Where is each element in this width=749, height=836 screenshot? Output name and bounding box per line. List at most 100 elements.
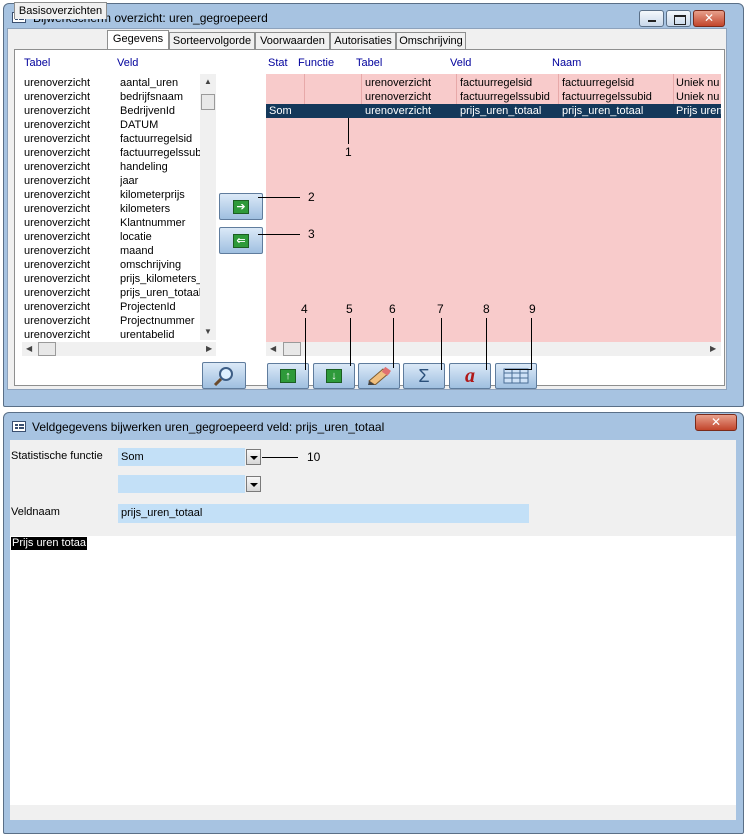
- hscroll-thumb[interactable]: [283, 342, 301, 356]
- list-item-field[interactable]: kilometerprijs: [120, 188, 200, 202]
- list-item-table[interactable]: urenoverzicht: [24, 216, 114, 230]
- fieldname-input[interactable]: prijs_uren_totaal: [118, 504, 529, 523]
- scroll-right-icon[interactable]: ▶: [710, 345, 716, 353]
- grid-row-selected[interactable]: Som urenoverzicht prijs_uren_totaal prij…: [266, 104, 721, 118]
- list-item-table[interactable]: urenoverzicht: [24, 118, 114, 132]
- list-item-table[interactable]: urenoverzicht: [24, 314, 114, 328]
- grid-cell-naam[interactable]: prijs_uren_totaal: [562, 104, 643, 118]
- list-item-table[interactable]: urenoverzicht: [24, 272, 114, 286]
- list-item-table[interactable]: urenoverzicht: [24, 202, 114, 216]
- scroll-down-icon[interactable]: ▼: [204, 328, 212, 336]
- tab-autorisaties[interactable]: Autorisaties: [330, 32, 396, 49]
- minimize-button[interactable]: [639, 10, 664, 27]
- callout-line-9-h: [505, 369, 532, 370]
- tab-gegevens[interactable]: Gegevens: [107, 30, 169, 50]
- list-item-table[interactable]: urenoverzicht: [24, 230, 114, 244]
- tab-omschrijving[interactable]: Omschrijving: [396, 32, 466, 49]
- chevron-down-icon[interactable]: [246, 449, 261, 465]
- list-item-field[interactable]: ProjectenId: [120, 300, 200, 314]
- available-fields-list[interactable]: urenoverzicht aantal_uren urenoverzicht bed…: [22, 74, 216, 344]
- list-item-field[interactable]: maand: [120, 244, 200, 258]
- move-up-button[interactable]: ↑: [267, 363, 309, 389]
- close-button[interactable]: ✕: [693, 10, 725, 27]
- grid-cell-veld[interactable]: prijs_uren_totaal: [460, 104, 541, 118]
- secondary-select[interactable]: [118, 475, 245, 493]
- status-bar: [10, 805, 736, 820]
- grid-cell-tabel[interactable]: urenoverzicht: [365, 76, 431, 90]
- list-item-field[interactable]: Projectnummer: [120, 314, 200, 328]
- hscroll-thumb[interactable]: [38, 342, 56, 356]
- search-button[interactable]: [202, 362, 246, 389]
- grid-hscrollbar[interactable]: ◀ ▶: [266, 342, 721, 356]
- grid-cell-naam[interactable]: factuurregelssubid: [562, 90, 652, 104]
- list-item-table[interactable]: urenoverzicht: [24, 188, 114, 202]
- selected-fields-grid[interactable]: urenoverzicht factuurregelsid factuurreg…: [266, 74, 721, 342]
- sum-button[interactable]: Σ: [403, 363, 445, 389]
- font-a-icon: a: [465, 365, 475, 387]
- grid-header-functie: Functie: [298, 57, 335, 69]
- grid-cell-naam[interactable]: factuurregelsid: [562, 76, 634, 90]
- list-item-table[interactable]: urenoverzicht: [24, 132, 114, 146]
- list-item-table[interactable]: urenoverzicht: [24, 258, 114, 272]
- left-list-hscrollbar[interactable]: ◀ ▶: [22, 342, 216, 356]
- list-item-table[interactable]: urenoverzicht: [24, 244, 114, 258]
- left-list-vscrollbar[interactable]: ▲ ▼: [200, 74, 216, 340]
- list-item-field[interactable]: factuurregelsid: [120, 132, 200, 146]
- window-menu-icon[interactable]: [12, 421, 26, 432]
- list-item-table[interactable]: urenoverzicht: [24, 328, 114, 342]
- scroll-thumb[interactable]: [201, 94, 215, 110]
- list-item-table[interactable]: urenoverzicht: [24, 286, 114, 300]
- list-item-table[interactable]: urenoverzicht: [24, 300, 114, 314]
- remove-field-button[interactable]: ⇐: [219, 227, 263, 254]
- callout-line-9: [531, 318, 532, 370]
- scroll-right-icon[interactable]: ▶: [206, 345, 212, 353]
- list-item-field[interactable]: omschrijving: [120, 258, 200, 272]
- scroll-left-icon[interactable]: ◀: [26, 345, 32, 353]
- stat-function-select[interactable]: Som: [118, 448, 245, 466]
- tab-voorwaarden[interactable]: Voorwaarden: [255, 32, 330, 49]
- list-item-field[interactable]: DATUM: [120, 118, 200, 132]
- list-item-table[interactable]: urenoverzicht: [24, 76, 114, 90]
- grid-cell-tabel[interactable]: urenoverzicht: [365, 90, 431, 104]
- tab-sorteervolgorde[interactable]: Sorteervolgorde: [169, 32, 255, 49]
- grid-cell-extra[interactable]: Uniek nu: [676, 76, 721, 90]
- list-item-field[interactable]: BedrijvenId: [120, 104, 200, 118]
- grid-cell-tabel[interactable]: urenoverzicht: [365, 104, 431, 118]
- description-text[interactable]: Prijs uren totaa: [11, 537, 87, 550]
- list-item-table[interactable]: urenoverzicht: [24, 174, 114, 188]
- list-item-field[interactable]: urentabelid: [120, 328, 200, 342]
- list-item-field[interactable]: aantal_uren: [120, 76, 200, 90]
- format-button[interactable]: a: [449, 363, 491, 389]
- callout-line-4: [305, 318, 306, 370]
- tab-basisoverzichten[interactable]: Basisoverzichten: [14, 2, 107, 19]
- callout-7: 7: [437, 302, 444, 316]
- fieldname-label: Veldnaam: [11, 506, 60, 518]
- move-down-button[interactable]: ↓: [313, 363, 355, 389]
- close-button[interactable]: ✕: [695, 414, 737, 431]
- callout-line-8: [486, 318, 487, 370]
- list-item-field[interactable]: Klantnummer: [120, 216, 200, 230]
- scroll-left-icon[interactable]: ◀: [270, 345, 276, 353]
- list-item-field[interactable]: locatie: [120, 230, 200, 244]
- grid-cell-veld[interactable]: factuurregelsid: [460, 76, 532, 90]
- grid-cell-extra[interactable]: Uniek nu: [676, 90, 721, 104]
- list-item-field[interactable]: factuurregelssubid: [120, 146, 200, 160]
- list-item-field[interactable]: handeling: [120, 160, 200, 174]
- list-item-field[interactable]: prijs_uren_totaal: [120, 286, 200, 300]
- list-item-field[interactable]: kilometers: [120, 202, 200, 216]
- chevron-down-icon[interactable]: [246, 476, 261, 492]
- list-item-table[interactable]: urenoverzicht: [24, 146, 114, 160]
- grid-cell-veld[interactable]: factuurregelssubid: [460, 90, 550, 104]
- list-item-table[interactable]: urenoverzicht: [24, 160, 114, 174]
- list-item-table[interactable]: urenoverzicht: [24, 104, 114, 118]
- maximize-button[interactable]: [666, 10, 691, 27]
- callout-line-10: [262, 457, 298, 458]
- list-item-field[interactable]: jaar: [120, 174, 200, 188]
- grid-cell-extra[interactable]: Prijs uren: [676, 104, 721, 118]
- list-item-field[interactable]: prijs_kilometers_t: [120, 272, 200, 286]
- grid-cell-stat[interactable]: Som: [269, 104, 292, 118]
- list-item-table[interactable]: urenoverzicht: [24, 90, 114, 104]
- list-item-field[interactable]: bedrijfsnaam: [120, 90, 200, 104]
- add-field-button[interactable]: ➔: [219, 193, 263, 220]
- scroll-up-icon[interactable]: ▲: [204, 78, 212, 86]
